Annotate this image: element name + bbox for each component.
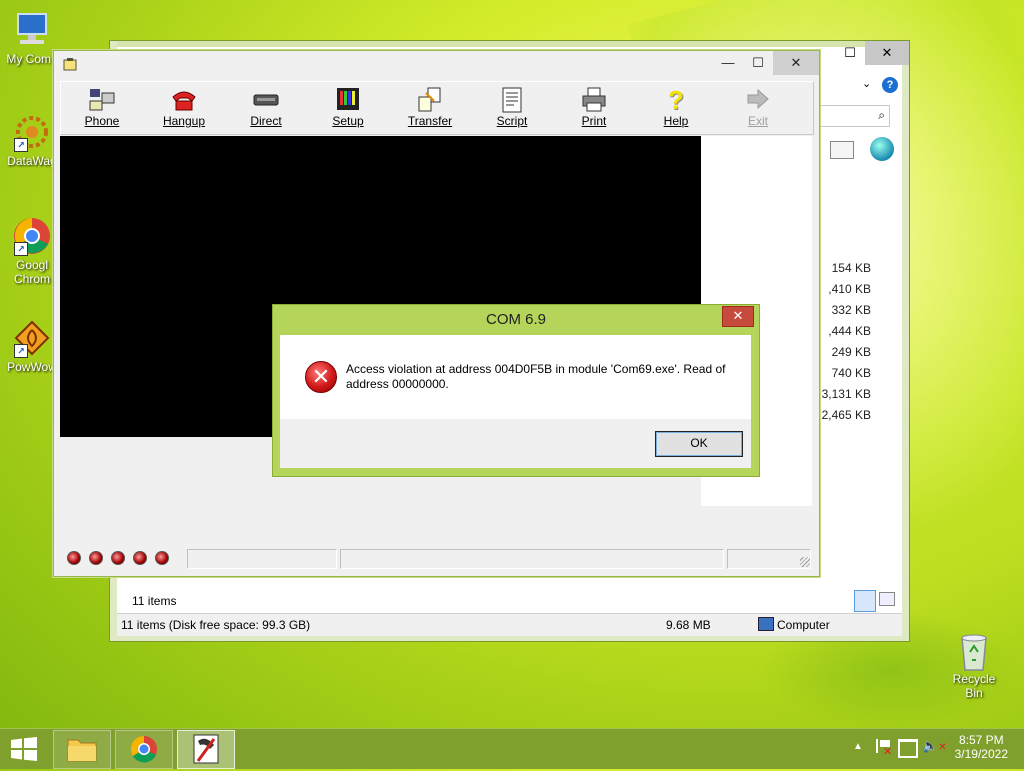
taskbar: ▲ ✕ 🔈✕ 8:57 PM 3/19/2022 (0, 728, 1024, 769)
computer-icon (758, 617, 774, 631)
desktop-icon-label: Recycle Bin (952, 672, 996, 700)
ok-button[interactable]: OK (655, 431, 743, 457)
minimize-button[interactable]: — (713, 51, 743, 75)
items-count: 11 items (132, 594, 177, 608)
close-button[interactable]: ✕ (773, 51, 819, 75)
folder-icon (67, 739, 97, 762)
chrome-icon (130, 735, 157, 763)
explorer-window-controls: ☐ ✕ (835, 41, 909, 67)
toolbar-hangup-button[interactable]: Hangup (143, 82, 225, 134)
shortcut-arrow-icon: ↗ (14, 242, 28, 256)
file-size-column: 154 KB ,410 KB 332 KB ,444 KB 249 KB 740… (817, 261, 907, 429)
network-icon[interactable] (898, 739, 918, 758)
desktop-icon-label: Googl Chrom (13, 258, 50, 286)
toolbar-transfer-button[interactable]: Transfer (389, 82, 471, 134)
preview-pane-icon[interactable] (830, 141, 854, 159)
powwow-icon: ↗ (12, 318, 52, 358)
file-size: 249 KB (831, 345, 871, 359)
help-icon[interactable]: ? (882, 77, 898, 93)
explorer-statusbar: 11 items (Disk free space: 99.3 GB) 9.68… (117, 613, 902, 636)
details-view-icon[interactable] (854, 590, 876, 612)
toolbar-print-button[interactable]: Print (553, 82, 635, 134)
shortcut-arrow-icon: ↗ (14, 344, 28, 358)
windows-logo-icon (11, 737, 37, 761)
chrome-icon: ↗ (12, 216, 52, 256)
status-led-icon (133, 551, 147, 565)
window-controls: — ☐ ✕ (713, 51, 819, 75)
dialog-message-area: ✕ Access violation at address 004D0F5B i… (280, 335, 751, 419)
shortcut-arrow-icon: ↗ (14, 138, 28, 152)
setup-icon (333, 86, 363, 114)
resize-grip-icon[interactable] (800, 557, 810, 567)
status-led-icon (89, 551, 103, 565)
show-hidden-icons-chevron-icon[interactable]: ▲ (853, 741, 863, 752)
status-field (187, 549, 337, 569)
com-titlebar: — ☐ ✕ (54, 51, 819, 79)
search-icon: ⌕ (878, 108, 885, 122)
volume-muted-icon[interactable]: 🔈✕ (922, 738, 947, 754)
com69-app-icon (193, 734, 219, 764)
file-size: 2,465 KB (821, 408, 871, 422)
large-icons-view-icon[interactable] (879, 592, 895, 606)
file-size: ,410 KB (828, 282, 871, 296)
taskbar-com69[interactable] (177, 730, 235, 769)
file-size: 332 KB (831, 303, 871, 317)
file-size: 3,131 KB (821, 387, 871, 401)
status-led-icon (67, 551, 81, 565)
error-dialog: COM 6.9 ✕ ✕ Access violation at address … (272, 304, 760, 477)
start-button[interactable] (10, 737, 38, 761)
com-statusbar (60, 548, 812, 570)
chevron-down-icon[interactable]: ⌄ (862, 77, 871, 90)
toolbar-direct-button[interactable]: Direct (225, 82, 307, 134)
items-status: 11 items (117, 589, 902, 613)
file-size: ,444 KB (828, 324, 871, 338)
selection-size: 9.68 MB (666, 618, 711, 632)
taskbar-file-explorer[interactable] (53, 730, 111, 769)
maximize-button[interactable]: ☐ (743, 51, 773, 75)
phone-icon (87, 86, 117, 114)
hangup-icon (169, 86, 199, 114)
file-size: 154 KB (831, 261, 871, 275)
direct-connect-icon (251, 86, 281, 114)
maximize-button[interactable]: ☐ (835, 41, 865, 65)
computer-icon (12, 10, 52, 50)
taskbar-chrome[interactable] (115, 730, 173, 769)
status-field (727, 549, 811, 569)
shell-icon[interactable] (870, 137, 894, 161)
file-size: 740 KB (831, 366, 871, 380)
clock[interactable]: 8:57 PM 3/19/2022 (955, 733, 1008, 761)
toolbar-help-button[interactable]: ? Help (635, 82, 717, 134)
datawag-icon: ↗ (12, 112, 52, 152)
toolbar-setup-button[interactable]: Setup (307, 82, 389, 134)
com-toolbar: Phone Hangup Direct Setup Transfer Scrip… (60, 81, 814, 135)
help-icon: ? (668, 84, 684, 115)
desktop-icon-recycle-bin[interactable]: Recycle Bin (944, 630, 1004, 700)
status-led-icon (155, 551, 169, 565)
clock-time: 8:57 PM (958, 733, 1004, 747)
dialog-body: ✕ Access violation at address 004D0F5B i… (280, 335, 751, 468)
status-field (340, 549, 724, 569)
dialog-title: COM 6.9 (485, 311, 546, 328)
error-icon: ✕ (305, 361, 337, 393)
close-button[interactable]: ✕ (865, 41, 909, 65)
toolbar-script-button[interactable]: Script (471, 82, 553, 134)
disk-free-status: 11 items (Disk free space: 99.3 GB) (121, 618, 311, 632)
toolbar-exit-button[interactable]: Exit (717, 82, 799, 134)
status-led-icon (111, 551, 125, 565)
toolbar-phone-button[interactable]: Phone (61, 82, 143, 134)
location-label: Computer (777, 618, 830, 632)
clock-date: 3/19/2022 (954, 747, 1008, 761)
script-icon (497, 86, 527, 114)
dialog-close-button[interactable]: ✕ (722, 306, 754, 327)
printer-icon (579, 86, 609, 114)
dialog-message: Access violation at address 004D0F5B in … (346, 362, 726, 391)
action-center-flag-icon[interactable]: ✕ (876, 739, 892, 758)
recycle-bin-icon (954, 630, 994, 671)
exit-icon (743, 86, 773, 114)
transfer-icon (415, 86, 445, 114)
search-box[interactable]: ⌕ (818, 105, 890, 127)
app-icon (62, 57, 78, 73)
